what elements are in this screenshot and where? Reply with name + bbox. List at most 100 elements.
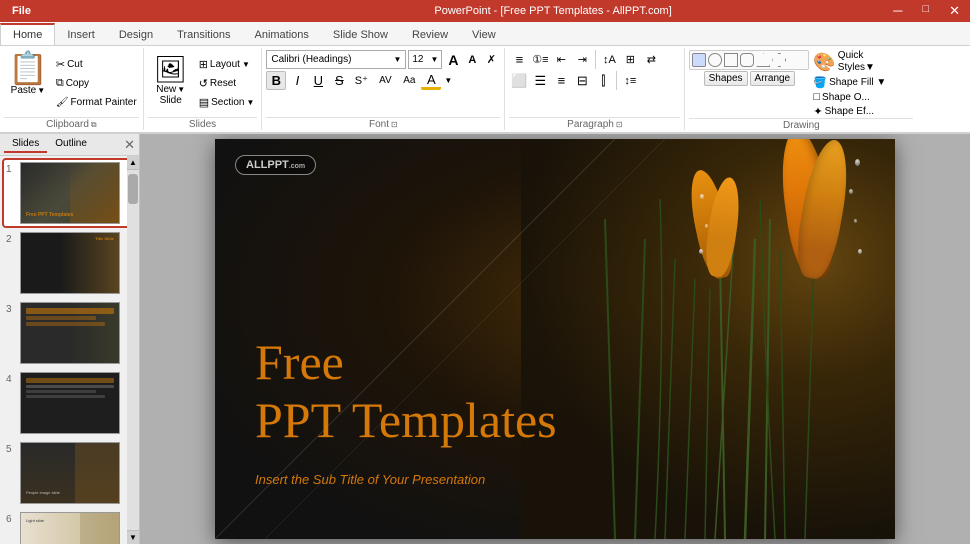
slide-thumb-3[interactable]: 3	[4, 300, 135, 366]
font-expand-icon[interactable]: ⊡	[391, 120, 398, 129]
new-slide-dropdown-icon[interactable]: ▼	[177, 85, 185, 94]
slides-group-label: Slides	[189, 119, 216, 130]
close-button[interactable]: ✕	[939, 3, 970, 19]
align-text-button[interactable]: ⊞	[620, 50, 640, 69]
text-direction-button[interactable]: ↕A	[599, 50, 619, 69]
section-icon: ▤	[199, 96, 209, 109]
slide-title: Free PPT Templates	[255, 334, 557, 449]
font-color-button[interactable]: A	[421, 71, 441, 90]
shape-outline-label: Shape O...	[822, 92, 870, 103]
shape-swatch[interactable]	[724, 53, 738, 67]
char-spacing-button[interactable]: AV	[373, 71, 397, 90]
ribbon-tab-bar: Home Insert Design Transitions Animation…	[0, 22, 970, 46]
shapes-area: Shapes Arrange	[689, 50, 809, 86]
numbering-button[interactable]: ①≡	[530, 50, 550, 69]
paste-dropdown-icon[interactable]: ▼	[37, 86, 45, 95]
shape-effects-label: Shape Ef...	[825, 106, 874, 117]
tab-animations[interactable]: Animations	[243, 25, 321, 45]
convert-smartart-button[interactable]: ⇄	[641, 50, 661, 69]
align-center-button[interactable]: ☰	[530, 71, 550, 90]
font-grow-button[interactable]: A	[444, 50, 462, 69]
font-shrink-button[interactable]: A	[463, 50, 481, 69]
clipboard-expand-icon[interactable]: ⧉	[91, 120, 97, 130]
slide-thumb-1[interactable]: 1 Free PPT Templates	[4, 160, 135, 226]
shape-swatch[interactable]	[708, 53, 722, 67]
slides-secondary: ⊞ Layout ▼ ↺ Reset ▤ Section ▼	[196, 50, 258, 117]
slide-5-overlay	[75, 443, 119, 503]
increase-indent-button[interactable]: ⇥	[572, 50, 592, 69]
section-button[interactable]: ▤ Section ▼	[196, 94, 258, 112]
para-expand-icon[interactable]: ⊡	[616, 120, 623, 129]
bold-button[interactable]: B	[266, 71, 286, 90]
bullets-button[interactable]: ≡	[509, 50, 529, 69]
slide-thumb-5[interactable]: 5 People image slide	[4, 440, 135, 506]
format-painter-icon: 🖌	[56, 97, 69, 108]
columns-button[interactable]: ⫿	[593, 71, 613, 90]
quick-styles-button[interactable]: 🎨 QuickStyles▼	[813, 50, 913, 74]
slide-6-text: Light slide	[26, 518, 44, 523]
quick-styles-label: QuickStyles▼	[838, 50, 875, 74]
tab-view[interactable]: View	[460, 25, 508, 45]
layout-button[interactable]: ⊞ Layout ▼	[196, 56, 258, 74]
line-spacing-button[interactable]: ↕≡	[620, 71, 640, 90]
reset-button[interactable]: ↺ Reset	[196, 75, 258, 93]
cut-button[interactable]: ✂Cut	[54, 56, 139, 74]
change-case-button[interactable]: Aa	[398, 71, 420, 90]
font-color-dropdown[interactable]: ▼	[442, 71, 454, 90]
align-right-button[interactable]: ≡	[551, 71, 571, 90]
slide-thumb-4[interactable]: 4	[4, 370, 135, 436]
shape-effects-button[interactable]: ✦ Shape Ef...	[813, 105, 913, 118]
slide-panel-header: Slides Outline ✕	[0, 134, 139, 156]
minimize-button[interactable]: ─	[883, 3, 912, 19]
tab-transitions[interactable]: Transitions	[165, 25, 242, 45]
paste-button[interactable]: 📋 Paste ▼	[4, 50, 52, 117]
strikethrough-button[interactable]: S	[329, 71, 349, 90]
panel-close-button[interactable]: ✕	[124, 137, 135, 153]
allppt-badge: ALLPPT.com	[235, 155, 316, 175]
shapes-button[interactable]: Shapes	[704, 71, 748, 86]
slide-canvas[interactable]: ALLPPT.com Free PPT Templates Insert the…	[215, 139, 895, 539]
outline-tab[interactable]: Outline	[47, 136, 95, 153]
align-left-button[interactable]: ⬜	[509, 71, 529, 90]
scrollbar-up-button[interactable]: ▲	[127, 156, 139, 170]
tab-home[interactable]: Home	[0, 23, 55, 45]
shapes-palette	[689, 50, 809, 70]
copy-button[interactable]: ⧉Copy	[54, 75, 139, 93]
scrollbar-down-button[interactable]: ▼	[127, 530, 139, 544]
decrease-indent-button[interactable]: ⇤	[551, 50, 571, 69]
slide-preview-3	[20, 302, 120, 364]
italic-button[interactable]: I	[287, 71, 307, 90]
format-painter-button[interactable]: 🖌Format Painter	[54, 94, 139, 112]
shape-swatch[interactable]	[692, 53, 706, 67]
clear-format-button[interactable]: ✗	[482, 50, 500, 69]
drop5	[700, 194, 704, 199]
shape-outline-button[interactable]: □ Shape O...	[813, 91, 913, 103]
paste-icon: 📋	[8, 52, 48, 84]
justify-button[interactable]: ⊟	[572, 71, 592, 90]
slide-thumb-2[interactable]: 2 Title Slide	[4, 230, 135, 296]
tab-review[interactable]: Review	[400, 25, 460, 45]
section-dropdown-icon[interactable]: ▼	[246, 98, 254, 107]
arrange-button[interactable]: Arrange	[750, 71, 796, 86]
tab-insert[interactable]: Insert	[55, 25, 107, 45]
text-shadow-button[interactable]: S⁺	[350, 71, 372, 90]
slide-thumb-6[interactable]: 6 Light slide	[4, 510, 135, 544]
copy-icon: ⧉	[56, 77, 64, 90]
shape-swatch[interactable]	[756, 53, 770, 67]
slides-tab[interactable]: Slides	[4, 136, 47, 153]
font-name-dropdown[interactable]: Calibri (Headings) ▼	[266, 50, 406, 69]
shape-swatch[interactable]	[772, 53, 786, 67]
shape-swatch[interactable]	[740, 53, 754, 67]
shape-fill-button[interactable]: 🪣 Shape Fill ▼	[813, 76, 913, 89]
underline-button[interactable]: U	[308, 71, 328, 90]
layout-dropdown-icon[interactable]: ▼	[242, 60, 250, 69]
clipboard-group-label: Clipboard	[46, 119, 89, 130]
maximize-button[interactable]: □	[912, 3, 939, 19]
scrollbar-thumb[interactable]	[128, 174, 138, 204]
drop2	[849, 189, 853, 194]
font-size-dropdown[interactable]: 12 ▼	[408, 50, 442, 69]
file-tab-button[interactable]: File	[0, 0, 43, 22]
new-slide-button[interactable]: 🖼 New ▼ Slide	[148, 50, 194, 112]
tab-design[interactable]: Design	[107, 25, 165, 45]
tab-slideshow[interactable]: Slide Show	[321, 25, 400, 45]
